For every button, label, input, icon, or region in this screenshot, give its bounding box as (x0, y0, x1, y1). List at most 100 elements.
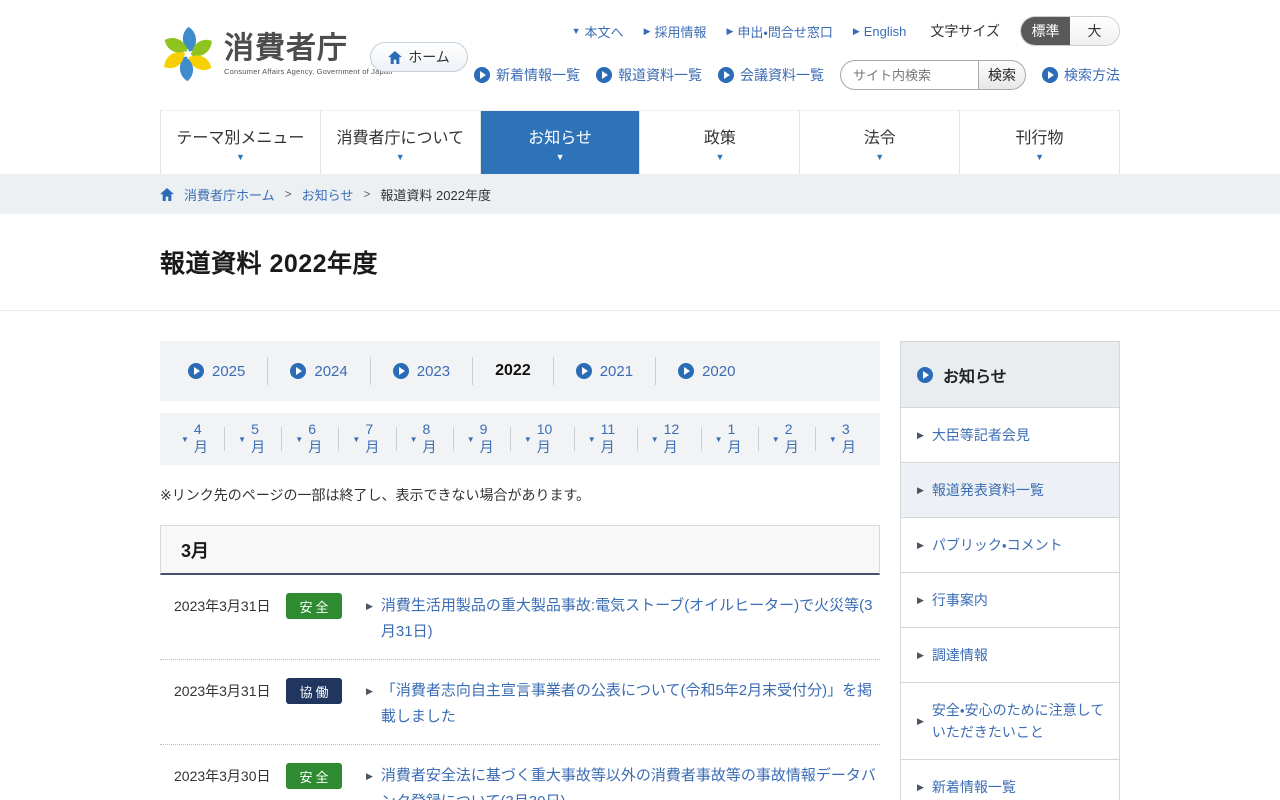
news-link[interactable]: 「消費者志向自主宣言事業者の公表について(令和5年2月末受付分)」を掲載しました (381, 678, 880, 730)
font-size-large-button[interactable]: 大 (1070, 17, 1119, 45)
news-link[interactable]: 消費生活用製品の重大製品事故:電気ストーブ(オイルヒーター)で火災等(3月31日… (381, 593, 880, 645)
circle-arrow-icon (392, 363, 409, 379)
chevron-down-icon: ▼ (466, 434, 475, 444)
breadcrumb-news-link[interactable]: お知らせ (302, 185, 354, 204)
home-button[interactable]: ホーム (370, 42, 468, 72)
triangle-right-icon: ▶ (366, 771, 373, 781)
chevron-down-icon: ▼ (555, 151, 565, 162)
sidebar-item-procurement[interactable]: ▶ 調達情報 (901, 628, 1119, 683)
month-link-jun[interactable]: ▼ 6月 (282, 421, 340, 455)
status-badge-safety: 安全 (286, 763, 342, 789)
sidebar-item-events[interactable]: ▶ 行事案内 (901, 573, 1119, 628)
month-link-may[interactable]: ▼ 5月 (225, 421, 283, 455)
sidebar-item-public-comment[interactable]: ▶ パブリック・コメント (901, 518, 1119, 573)
site-title: 消費者庁 (224, 32, 348, 65)
link-expiry-notice: ※リンク先のページの一部は終了し、表示できない場合があります。 (160, 487, 591, 503)
news-row: 2023年3月30日 安全 ▶ 消費者安全法に基づく重大事故等以外の消費者事故等… (160, 745, 880, 800)
year-link-2021[interactable]: 2021 (554, 357, 657, 385)
month-section-header: 3月 (160, 525, 880, 575)
home-button-label: ホーム (408, 49, 450, 65)
month-link-jul[interactable]: ▼ 7月 (339, 421, 397, 455)
tab-policy[interactable]: 政策 ▼ (640, 110, 801, 174)
news-row: 2023年3月31日 協働 ▶ 「消費者志向自主宣言事業者の公表について(令和5… (160, 660, 880, 745)
font-size-label: 文字サイズ (930, 23, 1000, 39)
year-link-2023[interactable]: 2023 (371, 357, 474, 385)
link-english[interactable]: ▶ English (853, 24, 907, 39)
home-icon (160, 187, 174, 201)
news-link[interactable]: 消費者安全法に基づく重大事故等以外の消費者事故等の事故情報データバンク登録につい… (381, 763, 880, 800)
circle-arrow-icon (718, 67, 734, 83)
year-link-2020[interactable]: 2020 (656, 357, 757, 385)
news-date: 2023年3月31日 (174, 683, 271, 699)
breadcrumb-home-link[interactable]: 消費者庁ホーム (184, 185, 275, 204)
tab-laws[interactable]: 法令 ▼ (800, 110, 961, 174)
sidebar-item-safety-cautions[interactable]: ▶ 安全・安心のために注意していただきたいこと (901, 683, 1119, 760)
triangle-right-icon: ▶ (917, 539, 924, 550)
month-link-dec[interactable]: ▼ 12月 (638, 421, 702, 455)
chevron-down-icon: ▼ (828, 434, 837, 444)
link-contact[interactable]: ▶ 申出・問合せ窓口 (727, 22, 833, 41)
font-size-switch: 標準 大 (1020, 16, 1120, 46)
chevron-down-icon: ▼ (1035, 151, 1045, 162)
site-search: 検索 (840, 60, 1026, 90)
title-band: 報道資料 2022年度 (0, 214, 1280, 311)
search-input[interactable] (840, 60, 978, 90)
chevron-down-icon: ▼ (395, 151, 405, 162)
chevron-down-icon: ▼ (714, 434, 723, 444)
month-link-nov[interactable]: ▼ 11月 (575, 421, 638, 455)
year-link-2024[interactable]: 2024 (268, 357, 371, 385)
chevron-down-icon: ▼ (181, 434, 189, 444)
chevron-right-icon: ▶ (726, 25, 734, 36)
sidebar-header[interactable]: お知らせ (901, 342, 1119, 408)
chevron-down-icon: ▼ (409, 434, 418, 444)
chevron-down-icon: ▼ (587, 434, 596, 444)
site-subtitle: Consumer Affairs Agency, Government of J… (224, 67, 393, 76)
triangle-right-icon: ▶ (366, 686, 373, 696)
month-link-feb[interactable]: ▼ 2月 (759, 421, 816, 455)
year-link-2025[interactable]: 2025 (166, 357, 269, 385)
sidebar-item-new-info-list[interactable]: ▶ 新着情報一覧 (901, 760, 1119, 800)
home-icon (388, 50, 403, 64)
search-button[interactable]: 検索 (978, 60, 1026, 90)
chevron-right-icon: ▶ (643, 25, 651, 36)
month-link-mar[interactable]: ▼ 3月 (816, 421, 872, 455)
breadcrumb-separator: > (284, 187, 292, 201)
link-to-content[interactable]: ▼ 本文へ (572, 22, 624, 41)
circle-arrow-icon (290, 363, 307, 379)
month-link-apr[interactable]: ▼ 4月 (168, 421, 226, 455)
chevron-down-icon: ▼ (650, 434, 659, 444)
circle-arrow-icon (474, 67, 490, 83)
sidebar-title: お知らせ (943, 368, 1007, 386)
sidebar-item-press-release-list[interactable]: ▶ 報道発表資料一覧 (901, 463, 1119, 518)
news-date: 2023年3月31日 (174, 598, 271, 614)
link-press-list[interactable]: 報道資料一覧 (596, 65, 702, 85)
month-link-oct[interactable]: ▼ 10月 (511, 421, 575, 455)
tab-news[interactable]: お知らせ ▼ (480, 110, 641, 174)
breadcrumb-current: 報道資料 2022年度 (380, 187, 491, 203)
triangle-right-icon: ▶ (917, 429, 924, 440)
font-size-standard-button[interactable]: 標準 (1021, 17, 1070, 45)
link-recruit[interactable]: ▶ 採用情報 (644, 22, 707, 41)
triangle-right-icon: ▶ (917, 715, 924, 726)
link-search-help[interactable]: 検索方法 (1042, 65, 1120, 85)
tab-publications[interactable]: 刊行物 ▼ (960, 110, 1120, 174)
link-meeting-list[interactable]: 会議資料一覧 (718, 65, 824, 85)
breadcrumb-separator: > (363, 187, 371, 201)
month-link-aug[interactable]: ▼ 8月 (397, 421, 454, 455)
triangle-right-icon: ▶ (917, 594, 924, 605)
sidebar-item-press-conference[interactable]: ▶ 大臣等記者会見 (901, 408, 1119, 463)
year-current-2022: 2022 (473, 357, 554, 385)
month-link-jan[interactable]: ▼ 1月 (702, 421, 759, 455)
site-logo[interactable]: 消費者庁 Consumer Affairs Agency, Government… (160, 26, 393, 82)
tab-about-caa[interactable]: 消費者庁について ▼ (320, 110, 481, 174)
circle-arrow-icon (1042, 67, 1058, 83)
circle-arrow-icon (575, 363, 592, 379)
main-content: 2025 2024 2023 2022 2021 2020 ▼ 4月 ▼ 5月 … (160, 341, 880, 800)
chevron-down-icon: ▼ (235, 151, 245, 162)
news-date: 2023年3月30日 (174, 768, 271, 784)
tab-theme-menu[interactable]: テーマ別メニュー ▼ (161, 110, 321, 174)
news-row: 2023年3月31日 安全 ▶ 消費生活用製品の重大製品事故:電気ストーブ(オイ… (160, 575, 880, 660)
month-link-sep[interactable]: ▼ 9月 (454, 421, 511, 455)
link-new-info-list[interactable]: 新着情報一覧 (474, 65, 580, 85)
chevron-down-icon: ▼ (715, 151, 725, 162)
